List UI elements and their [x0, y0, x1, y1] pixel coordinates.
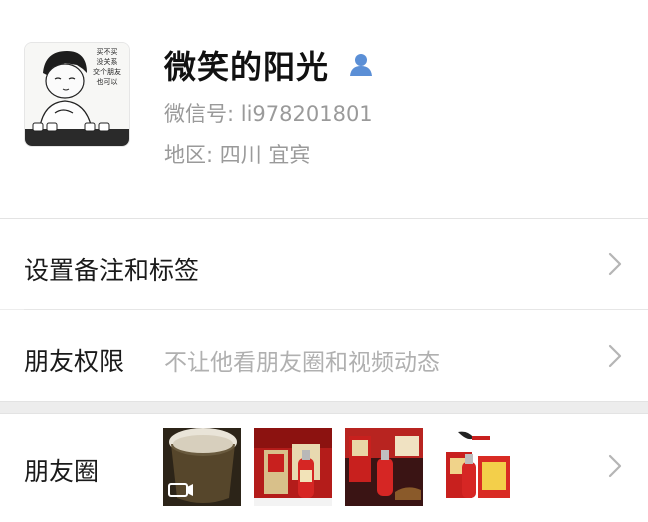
moments-photo-wine-box	[254, 428, 332, 506]
moments-photo-glass	[163, 428, 241, 506]
divider	[0, 413, 648, 414]
moments-photo-wine-product	[436, 428, 514, 506]
moments-label: 朋友圈	[24, 457, 100, 486]
friend-permissions-label: 朋友权限	[24, 347, 125, 376]
friend-permissions-value: 不让他看朋友圈和视频动态	[164, 350, 440, 376]
chevron-right-icon	[608, 252, 622, 276]
chevron-right-icon	[608, 344, 622, 368]
person-icon	[350, 54, 372, 76]
friend-permissions-row[interactable]: 朋友权限 不让他看朋友圈和视频动态	[0, 310, 648, 401]
profile-card: 买不买 没关系 交个朋友 也可以 微笑的阳光 微信号: li978201801 …	[0, 0, 648, 218]
avatar-caption: 买不买 没关系 交个朋友 也可以	[93, 48, 121, 86]
moments-thumbnail[interactable]	[345, 428, 423, 506]
remark-tags-row[interactable]: 设置备注和标签	[0, 219, 648, 309]
moments-thumbnail[interactable]	[163, 428, 241, 506]
avatar[interactable]: 买不买 没关系 交个朋友 也可以	[24, 42, 130, 147]
region: 地区: 四川 宜宾	[164, 143, 311, 167]
chevron-right-icon	[608, 454, 622, 478]
wechat-id: 微信号: li978201801	[164, 102, 373, 126]
contact-name: 微笑的阳光	[164, 48, 330, 86]
divider	[0, 401, 648, 402]
moments-thumbnail[interactable]	[436, 428, 514, 506]
moments-photo-wine-gift	[345, 428, 423, 506]
remark-tags-label: 设置备注和标签	[24, 256, 200, 285]
moments-thumbnail[interactable]	[254, 428, 332, 506]
